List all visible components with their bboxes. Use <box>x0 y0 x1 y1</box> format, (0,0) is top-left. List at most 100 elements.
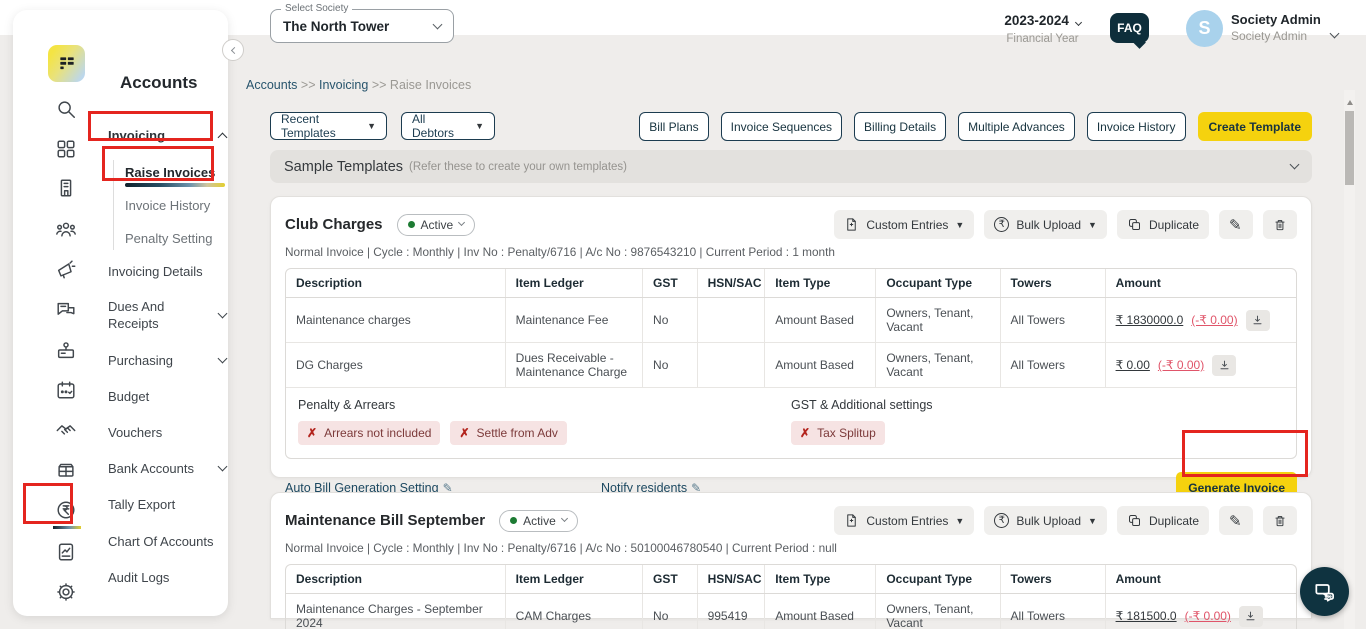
app-logo-icon[interactable] <box>48 45 85 82</box>
caret-down-icon: ▼ <box>955 516 964 526</box>
building-icon[interactable] <box>55 177 77 199</box>
x-icon: ✗ <box>307 426 317 440</box>
template-card-club-charges: Club Charges Active Custom Entries▼ ₹Bul… <box>270 196 1312 478</box>
amount-link[interactable]: ₹ 0.00 <box>1116 358 1150 372</box>
card-meta: Normal Invoice | Cycle : Monthly | Inv N… <box>271 535 1311 555</box>
sidebar-collapse-button[interactable] <box>222 39 244 61</box>
amount-link[interactable]: ₹ 181500.0 <box>1116 609 1177 623</box>
billing-desk-icon[interactable] <box>55 339 77 361</box>
custom-entries-button[interactable]: Custom Entries▼ <box>834 506 974 535</box>
support-chat-button[interactable] <box>1300 567 1349 616</box>
amount-link[interactable]: ₹ 1830000.0 <box>1116 313 1184 327</box>
vouchers-handshake-icon[interactable] <box>55 419 77 441</box>
status-dropdown[interactable]: Active <box>397 214 476 236</box>
breadcrumb-current: Raise Invoices <box>390 78 471 92</box>
bulk-upload-button[interactable]: ₹Bulk Upload▼ <box>984 506 1107 535</box>
sidebar-item-bank-accounts[interactable]: Bank Accounts <box>108 461 226 476</box>
chevron-down-icon <box>218 354 228 364</box>
sample-templates-accordion[interactable]: Sample Templates (Refer these to create … <box>270 150 1312 183</box>
announcements-icon[interactable] <box>55 258 77 280</box>
user-menu-chevron[interactable] <box>1331 24 1338 42</box>
template-card-maintenance-bill-september: Maintenance Bill September Active Custom… <box>270 492 1312 619</box>
negative-amount-link[interactable]: (-₹ 0.00) <box>1191 313 1237 327</box>
bulk-upload-button[interactable]: ₹Bulk Upload▼ <box>984 210 1107 239</box>
sidebar-item-chart-of-accounts[interactable]: Chart Of Accounts <box>108 534 226 549</box>
template-settings: Penalty & Arrears ✗Arrears not included … <box>286 388 1296 458</box>
sidebar-item-vouchers[interactable]: Vouchers <box>108 425 226 440</box>
billing-details-button[interactable]: Billing Details <box>854 112 946 141</box>
duplicate-button[interactable]: Duplicate <box>1117 506 1209 535</box>
society-select-dropdown[interactable]: Select Society The North Tower <box>270 9 454 43</box>
chevron-down-icon <box>1290 160 1300 170</box>
sidebar-item-invoicing[interactable]: Invoicing <box>108 128 226 143</box>
scrollbar-thumb[interactable] <box>1345 111 1354 185</box>
sidebar-item-invoice-history[interactable]: Invoice History <box>125 198 226 213</box>
tag-settle-from-adv: ✗Settle from Adv <box>450 421 566 445</box>
rupee-circle-icon: ₹ <box>994 513 1009 528</box>
sidebar-item-purchasing[interactable]: Purchasing <box>108 353 226 368</box>
edit-template-button[interactable]: ✎ <box>1219 210 1253 239</box>
delete-template-button[interactable] <box>1263 506 1297 535</box>
custom-entries-button[interactable]: Custom Entries▼ <box>834 210 974 239</box>
caret-down-icon: ▼ <box>367 121 376 131</box>
sidebar-item-raise-invoices[interactable]: Raise Invoices <box>125 165 226 180</box>
chevron-down-icon <box>433 19 443 29</box>
all-debtors-dropdown[interactable]: All Debtors▼ <box>401 112 495 140</box>
table-row: Maintenance Charges - September 2024 CAM… <box>286 594 1296 629</box>
rupee-circle-icon: ₹ <box>994 217 1009 232</box>
multiple-advances-button[interactable]: Multiple Advances <box>958 112 1075 141</box>
sidebar-item-tally-export[interactable]: Tally Export <box>108 497 226 512</box>
download-button[interactable] <box>1239 606 1263 627</box>
sidebar-item-audit-logs[interactable]: Audit Logs <box>108 570 226 585</box>
breadcrumb-invoicing[interactable]: Invoicing <box>319 78 368 92</box>
dashboard-icon[interactable] <box>55 138 77 160</box>
duplicate-button[interactable]: Duplicate <box>1117 210 1209 239</box>
copy-icon <box>1127 513 1142 528</box>
reports-icon[interactable] <box>55 541 77 563</box>
trash-icon <box>1273 217 1287 233</box>
sidebar-item-penalty-setting[interactable]: Penalty Setting <box>125 231 226 246</box>
table-header-row: DescriptionItem Ledger GSTHSN/SAC Item T… <box>286 269 1296 298</box>
sidebar-item-budget[interactable]: Budget <box>108 389 226 404</box>
pencil-icon: ✎ <box>1229 216 1242 234</box>
search-icon[interactable] <box>55 98 77 120</box>
bill-plans-button[interactable]: Bill Plans <box>639 112 708 141</box>
file-icon <box>844 217 859 232</box>
x-icon: ✗ <box>459 426 469 440</box>
scrollbar-up-arrow[interactable] <box>1347 100 1353 105</box>
faq-button[interactable]: FAQ <box>1110 13 1149 43</box>
sidebar-item-dues-and-receipts[interactable]: Dues And Receipts <box>108 298 226 332</box>
recent-templates-dropdown[interactable]: Recent Templates▼ <box>270 112 387 140</box>
accounts-rupee-icon[interactable] <box>55 499 77 521</box>
invoice-sequences-button[interactable]: Invoice Sequences <box>721 112 842 141</box>
financial-year-selector[interactable]: 2023-2024 Financial Year <box>995 13 1090 45</box>
communications-icon[interactable] <box>55 299 77 321</box>
residents-icon[interactable] <box>55 218 77 240</box>
copy-icon <box>1127 217 1142 232</box>
negative-amount-link[interactable]: (-₹ 0.00) <box>1185 609 1231 623</box>
download-button[interactable] <box>1246 310 1270 331</box>
caret-down-icon: ▼ <box>1088 516 1097 526</box>
delete-template-button[interactable] <box>1263 210 1297 239</box>
negative-amount-link[interactable]: (-₹ 0.00) <box>1158 358 1204 372</box>
download-icon <box>1251 314 1264 327</box>
status-dropdown[interactable]: Active <box>499 510 578 532</box>
chevron-down-icon <box>218 308 228 318</box>
trash-icon <box>1273 513 1287 529</box>
download-button[interactable] <box>1212 355 1236 376</box>
active-item-underline <box>125 183 225 187</box>
invoice-history-button[interactable]: Invoice History <box>1087 112 1186 141</box>
card-meta: Normal Invoice | Cycle : Monthly | Inv N… <box>271 239 1311 259</box>
penalty-arrears-title: Penalty & Arrears <box>298 398 791 412</box>
create-template-button[interactable]: Create Template <box>1198 112 1312 141</box>
breadcrumb-accounts[interactable]: Accounts <box>246 78 297 92</box>
tag-arrears-not-included: ✗Arrears not included <box>298 421 440 445</box>
settings-gear-icon[interactable] <box>55 581 77 603</box>
sidebar-item-invoicing-details[interactable]: Invoicing Details <box>108 264 226 279</box>
caret-down-icon: ▼ <box>955 220 964 230</box>
edit-template-button[interactable]: ✎ <box>1219 506 1253 535</box>
avatar[interactable]: S <box>1186 10 1223 47</box>
budget-calendar-icon[interactable] <box>55 379 77 401</box>
active-dot-icon <box>510 517 517 524</box>
bank-icon[interactable] <box>55 459 77 481</box>
